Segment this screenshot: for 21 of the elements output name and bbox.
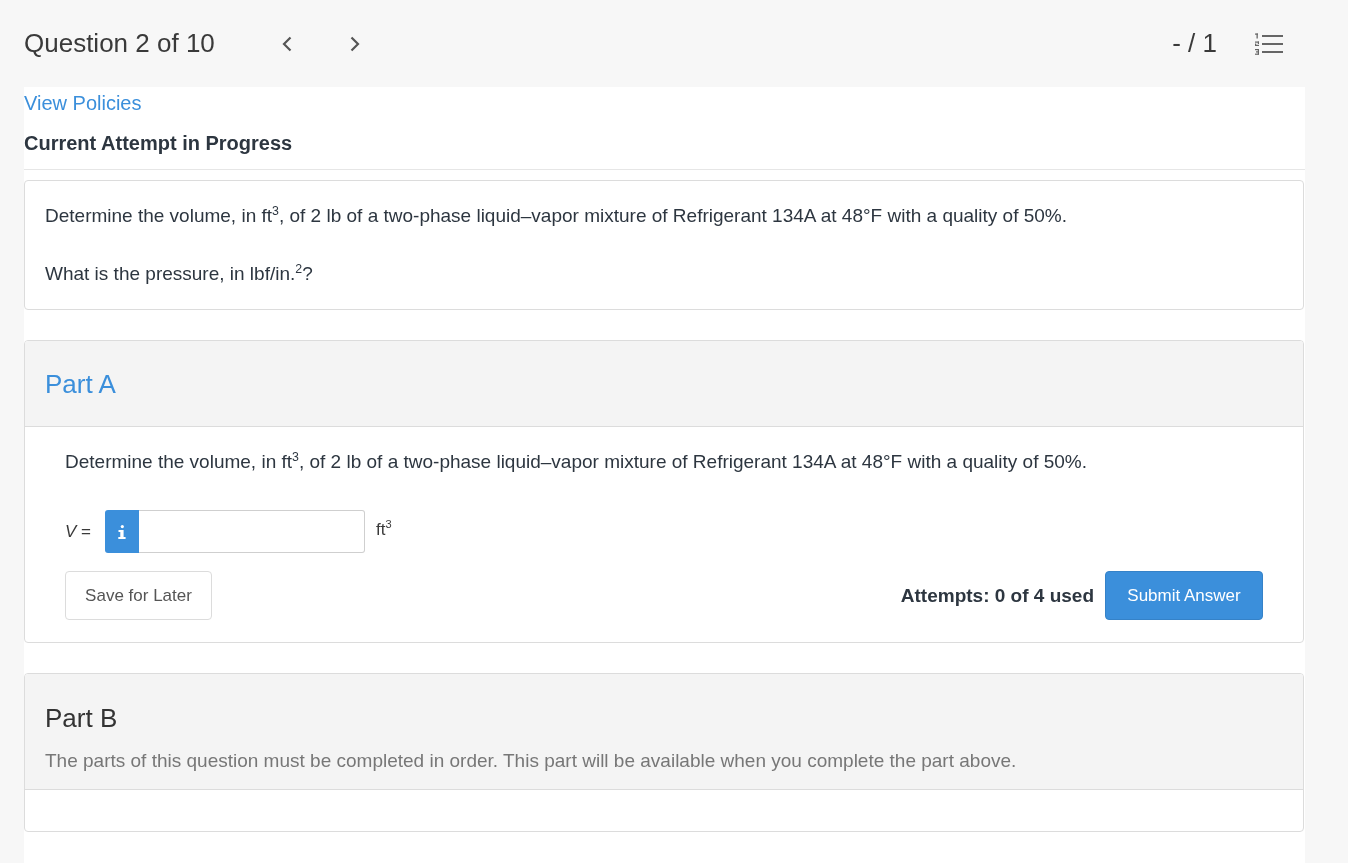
answer-field[interactable] (139, 510, 365, 553)
attempt-heading: Current Attempt in Progress (24, 131, 294, 156)
info-icon (118, 524, 126, 539)
chevron-right-icon (349, 35, 360, 52)
save-for-later-button[interactable]: Save for Later (65, 571, 212, 620)
chevron-left-icon (281, 35, 292, 52)
policies-link[interactable]: View Policies (24, 89, 142, 117)
info-button[interactable] (105, 510, 139, 553)
unit-label: ft$^{3}$ (376, 520, 392, 540)
submit-button[interactable]: Submit Answer (1105, 571, 1263, 620)
part-note: The parts of this question must be completed in order. This part will be available when you complete the part above. (45, 749, 1018, 773)
score-text: - / 1 (1172, 28, 1217, 59)
part-title: Part A (45, 367, 116, 400)
question-text: What is the pressure, in lbf/in.$^{2}$? (45, 260, 314, 286)
question-text: Determine the volume, in ft$^{3}$, of 2 lb of a two-phase liquid–vapor mixture of Refrigerant 134A at 48°F with a quality of 50%. (45, 202, 1068, 228)
attempts-text: Attempts: 0 of 4 used (900, 584, 1094, 607)
part-title: Part B (45, 702, 119, 734)
part-prompt: Determine the volume, in ft$^{3}$, of 2 lb of a two-phase liquid–vapor mixture of Refrigerant 134A at 48°F with a quality of 50%. (65, 448, 1088, 474)
question-counter: Question 2 of 10 (24, 28, 215, 59)
variable-label: V = (65, 521, 91, 542)
numbered-list-icon[interactable] (1255, 32, 1283, 55)
